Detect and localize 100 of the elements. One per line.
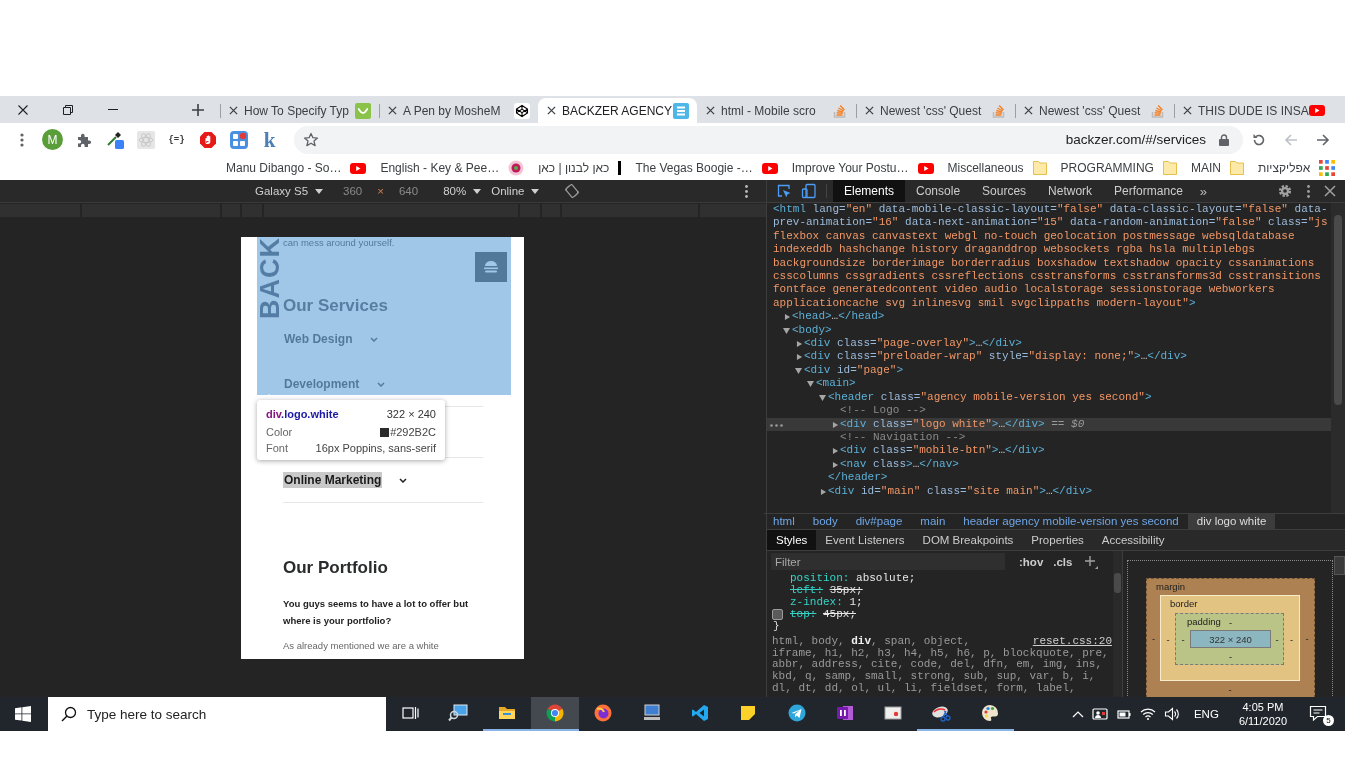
puzzle-icon[interactable] — [75, 131, 92, 148]
star-icon[interactable] — [303, 131, 319, 148]
extension-button[interactable]: {=} — [168, 134, 185, 145]
browser-tab[interactable]: Newest 'css' Quest — [856, 98, 1015, 123]
close-icon[interactable] — [17, 104, 28, 115]
browser-tab[interactable]: Newest 'css' Quest — [1015, 98, 1174, 123]
browser-tab[interactable]: THIS DUDE IS INSA — [1174, 98, 1333, 123]
bookmark[interactable]: MAIN — [1190, 161, 1244, 175]
more-options-icon[interactable] — [745, 184, 748, 198]
address-bar[interactable]: backzer.com/#/services — [294, 125, 1243, 154]
collapse-triangle-icon[interactable] — [784, 314, 791, 321]
monitor-magnifier-icon[interactable] — [448, 703, 469, 723]
menu-icon[interactable] — [483, 261, 499, 273]
forward-arrow-icon[interactable] — [1315, 131, 1331, 148]
rotate-icon[interactable] — [565, 184, 580, 198]
dom-node[interactable]: <!-- Logo --> — [767, 404, 1332, 418]
paper-plane-icon[interactable] — [786, 703, 807, 723]
breadcrumb[interactable]: body — [803, 514, 847, 529]
browser-tab[interactable]: How To Specify Typ — [220, 98, 379, 123]
palette-icon[interactable] — [979, 703, 1000, 723]
network-dropdown[interactable]: Online — [491, 185, 540, 197]
eyedropper-icon[interactable] — [105, 130, 124, 149]
dom-node[interactable]: <div class="page-overlay">…</div> — [767, 337, 1332, 351]
dom-node[interactable]: <main> — [767, 377, 1332, 391]
closing-tag[interactable]: </header> — [767, 471, 1332, 485]
dom-node[interactable]: <div class="logo white">…</div> == $0 — [767, 417, 1332, 431]
expand-triangle-icon[interactable] — [795, 367, 802, 374]
sidebar-tab[interactable]: Styles — [767, 530, 817, 550]
taskbar-button[interactable] — [530, 697, 580, 731]
bookmark[interactable]: The Vegas Boogie -… — [635, 161, 778, 175]
dom-node[interactable]: <html lang="en" data-mobile-classic-layout="false" data-classic-layout="false" data-prev-animation="16" data-next-animation="15" data-random-animation="false" class="js flexbox canvas canvastext webgl no-touch geolocation postmessage websqldatabase indexeddb hashchange history draganddrop websockets rgba hsla multiplebgs backgroundsize borderimage borderradius boxshadow textshadow opacity cssanimations csscolumns cssgradients cssreflections csstransforms csstransforms3d csstransitions fontface generatedcontent video audio localstorage sessionstorage webworkers applicationcache svg inlinesvg smil svgclippaths modern-layout"> — [767, 203, 1332, 311]
dom-node[interactable]: <div id="page"> — [767, 363, 1332, 378]
stop-sign-icon[interactable] — [198, 130, 217, 149]
width-field[interactable]: 360 — [343, 185, 363, 197]
close-icon[interactable] — [1183, 106, 1192, 115]
restore-icon[interactable] — [62, 104, 73, 115]
devtools-tab[interactable]: Sources — [971, 180, 1038, 202]
wifi-icon[interactable] — [1139, 706, 1156, 722]
breadcrumb[interactable]: header agency mobile-version yes second — [954, 514, 1188, 529]
close-icon[interactable] — [388, 106, 397, 115]
bookmark[interactable]: PROGRAMMING — [1060, 161, 1177, 175]
bookmark[interactable]: Miscellaneous — [947, 161, 1047, 175]
collapse-triangle-icon[interactable] — [832, 421, 839, 428]
search-field[interactable]: Type here to search — [48, 697, 386, 731]
devtools-tab[interactable]: Console — [905, 180, 972, 202]
sidebar-tab[interactable]: Accessibility — [1092, 530, 1174, 550]
height-field[interactable]: 640 — [398, 185, 419, 197]
browser-icon[interactable] — [593, 703, 614, 723]
notification-icon[interactable] — [1309, 704, 1327, 722]
breadcrumb[interactable]: div logo white — [1187, 514, 1276, 529]
bookmark[interactable]: כאן לבנון | כאן — [538, 161, 622, 175]
scrollbar-thumb[interactable] — [1114, 573, 1121, 593]
css-declaration[interactable]: top: 45px; — [767, 608, 1113, 620]
css-declaration[interactable]: position: absolute; — [767, 572, 1113, 584]
inspect-icon[interactable] — [775, 183, 792, 199]
more-options-icon[interactable] — [19, 132, 24, 147]
bookmark[interactable]: אפליקציות — [1257, 160, 1336, 176]
extension-button[interactable]: k — [263, 129, 276, 150]
expand-triangle-icon[interactable] — [807, 381, 814, 388]
expand-triangle-icon[interactable] — [819, 394, 826, 401]
close-icon[interactable] — [706, 106, 715, 115]
browser-tab[interactable]: A Pen by MosheM — [379, 98, 538, 123]
collapse-triangle-icon[interactable] — [796, 354, 803, 361]
menu-button[interactable] — [475, 252, 507, 282]
browser-tab[interactable]: html - Mobile scro — [697, 98, 856, 123]
hover-state-button[interactable]: :hov — [1019, 555, 1044, 568]
lock-icon[interactable] — [1219, 133, 1229, 146]
volume-icon[interactable] — [1163, 706, 1180, 722]
bookmark[interactable]: Manu Dibango - So… — [226, 161, 367, 175]
breadcrumb[interactable]: main — [911, 514, 955, 529]
computer-icon[interactable] — [641, 703, 662, 723]
scrollbar-thumb[interactable] — [1334, 556, 1345, 575]
checkbox[interactable] — [772, 609, 783, 620]
breadcrumb[interactable]: html — [764, 514, 804, 529]
devtools-tab[interactable]: Network — [1037, 180, 1104, 202]
browser-icon[interactable] — [545, 703, 566, 723]
close-icon[interactable] — [229, 106, 238, 115]
bookmark[interactable]: Improve Your Postu… — [791, 161, 934, 175]
dom-node[interactable]: <div class="preloader-wrap" style="display: none;">…</div> — [767, 350, 1332, 364]
more-tabs-button[interactable]: » — [1193, 180, 1214, 202]
source-link[interactable]: reset.css:20 — [1032, 636, 1112, 648]
scrollbar-thumb[interactable] — [1334, 215, 1343, 405]
minimize-icon[interactable] — [107, 109, 118, 110]
close-icon[interactable] — [1324, 185, 1336, 197]
service-link[interactable]: Online Marketing — [283, 472, 383, 488]
settings-icon[interactable] — [1277, 183, 1293, 199]
class-button[interactable]: .cls — [1053, 555, 1073, 568]
start-icon[interactable] — [15, 706, 31, 722]
breadcrumb[interactable]: div#page — [846, 514, 912, 529]
sidebar-tab[interactable]: Properties — [1022, 530, 1093, 550]
notebook-icon[interactable] — [834, 703, 855, 723]
dom-node[interactable]: <head>…</head> — [767, 310, 1332, 324]
browser-tab[interactable]: BACKZER AGENCY — [538, 98, 697, 123]
clock[interactable]: 4:05 PM 6/11/2020 — [1238, 700, 1287, 728]
device-toggle-icon[interactable] — [800, 183, 817, 199]
dom-node[interactable]: <div class="mobile-btn">…</div> — [767, 444, 1332, 458]
code-editor-icon[interactable] — [689, 703, 710, 723]
plus-icon[interactable] — [192, 103, 204, 116]
sidebar-tab[interactable]: DOM Breakpoints — [913, 530, 1023, 550]
screen-icon[interactable] — [883, 703, 904, 723]
